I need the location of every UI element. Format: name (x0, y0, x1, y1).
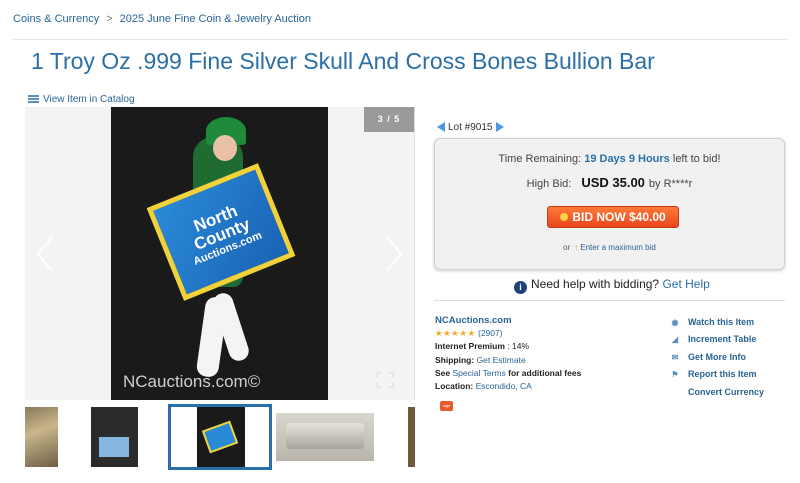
page-title: 1 Troy Oz .999 Fine Silver Skull And Cro… (31, 48, 655, 74)
high-bid-label: High Bid: (526, 178, 572, 190)
view-catalog-label: View Item in Catalog (43, 94, 135, 105)
increment-table-link[interactable]: ◢ Increment Table (670, 331, 764, 348)
arrow-up-icon: ↑ (574, 243, 579, 252)
watch-item-label: Watch this Item (688, 317, 755, 327)
flag-icon: ⚑ (671, 370, 679, 380)
high-bid-amount: USD 35.00 (581, 175, 645, 190)
shipping-label: Shipping: (435, 354, 475, 365)
bulb-icon (560, 213, 569, 221)
seller-info: NCAuctions.com ★★★★★ (2907) Internet Pre… (435, 314, 581, 393)
next-image-arrow[interactable] (384, 235, 404, 273)
time-remaining: Time Remaining: 19 Days 9 Hours left to … (435, 153, 784, 165)
list-icon (28, 95, 39, 104)
eye-icon: ◉ (671, 318, 679, 327)
get-more-info-label: Get More Info (688, 351, 746, 362)
lot-number: Lot #9015 (448, 122, 493, 133)
seller-badge-icon: sign (440, 401, 453, 411)
time-remaining-suffix: left to bid! (672, 153, 721, 165)
high-bidder: by R****r (648, 178, 693, 190)
enter-max-bid-link[interactable]: Enter a maximum bid (580, 243, 656, 252)
convert-currency-label: Convert Currency (688, 386, 765, 397)
photo-face (213, 135, 237, 161)
thumbnail-4[interactable] (276, 413, 374, 461)
premium-value: : 14% (507, 341, 530, 352)
thumbnail-mini-photo (197, 407, 245, 467)
view-catalog-link[interactable]: View Item in Catalog (28, 94, 135, 105)
header-divider (13, 39, 787, 40)
help-text: Need help with bidding? (531, 277, 660, 291)
breadcrumb: Coins & Currency >2025 June Fine Coin & J… (13, 13, 311, 25)
thumbnail-2[interactable] (91, 407, 138, 467)
breadcrumb-separator: > (106, 13, 113, 25)
special-terms-link[interactable]: Special Terms (453, 368, 506, 378)
breadcrumb-link-coins-currency[interactable]: Coins & Currency (13, 13, 99, 25)
report-item-label: Report this Item (688, 369, 757, 380)
shipping-estimate-link[interactable]: Get Estimate (477, 355, 526, 365)
item-actions: ◉ Watch this Item ◢ Increment Table ✉ Get M… (670, 314, 764, 400)
chevron-right-icon (386, 236, 403, 272)
see-text: See (435, 367, 451, 378)
thumbnail-5[interactable] (408, 407, 415, 467)
previous-lot-icon[interactable] (437, 122, 445, 133)
breadcrumb-link-auction[interactable]: 2025 June Fine Coin & Jewelry Auction (120, 13, 311, 25)
fees-text: for additional fees (508, 367, 582, 378)
previous-image-arrow[interactable] (35, 235, 55, 273)
chart-icon: ◢ (671, 335, 679, 345)
next-lot-icon[interactable] (495, 122, 504, 133)
increment-table-label: Increment Table (688, 334, 757, 345)
thumbnail-scale-screen (99, 437, 129, 457)
info-icon: i (514, 281, 527, 294)
photo-watermark: NCauctions.com© (123, 372, 261, 391)
high-bid: High Bid: USD 35.00 by R****r (435, 175, 784, 190)
lot-navigation: Lot #9015 (437, 122, 504, 133)
or-text: or (563, 243, 571, 252)
time-remaining-label: Time Remaining: (498, 153, 582, 165)
bid-panel: Time Remaining: 19 Days 9 Hours left to … (434, 138, 785, 270)
thumbnail-mini-sign (201, 420, 239, 454)
thumbnail-3-selected[interactable] (168, 404, 272, 470)
max-bid-row: or ↑ Enter a maximum bid (435, 243, 784, 252)
fullscreen-icon[interactable] (376, 372, 394, 388)
envelope-icon: ✉ (671, 352, 679, 362)
image-gallery: North County Auctions.com NCauctions.com… (25, 107, 415, 400)
get-more-info-link[interactable]: ✉ Get More Info (670, 349, 764, 366)
location-label: Location: (435, 381, 474, 392)
location-value: Escondido, CA (475, 381, 532, 392)
rating-stars: ★★★★★ (435, 328, 476, 339)
section-divider (434, 300, 785, 301)
seller-name[interactable]: NCAuctions.com (435, 315, 512, 326)
photo-sign: North County Auctions.com (146, 163, 296, 301)
bid-now-button[interactable]: BID NOW $40.00 (547, 206, 679, 228)
main-photo[interactable]: North County Auctions.com NCauctions.com… (111, 107, 328, 400)
thumbnail-silver-bar (286, 423, 364, 449)
image-counter: 3 / 5 (364, 107, 414, 132)
bid-now-label: BID NOW $40.00 (572, 210, 666, 224)
report-item-link[interactable]: ⚑ Report this Item (670, 366, 764, 383)
bidding-help: i Need help with bidding? Get Help (514, 277, 710, 294)
convert-currency-link[interactable]: Convert Currency (688, 384, 764, 400)
premium-label: Internet Premium (435, 341, 505, 352)
watch-item-link[interactable]: ◉ Watch this Item (670, 314, 764, 331)
get-help-link[interactable]: Get Help (662, 277, 709, 291)
time-remaining-value: 19 Days 9 Hours (584, 153, 670, 165)
rating-count[interactable]: (2907) (478, 328, 503, 338)
thumbnail-1[interactable] (25, 407, 58, 467)
chevron-left-icon (36, 236, 53, 272)
